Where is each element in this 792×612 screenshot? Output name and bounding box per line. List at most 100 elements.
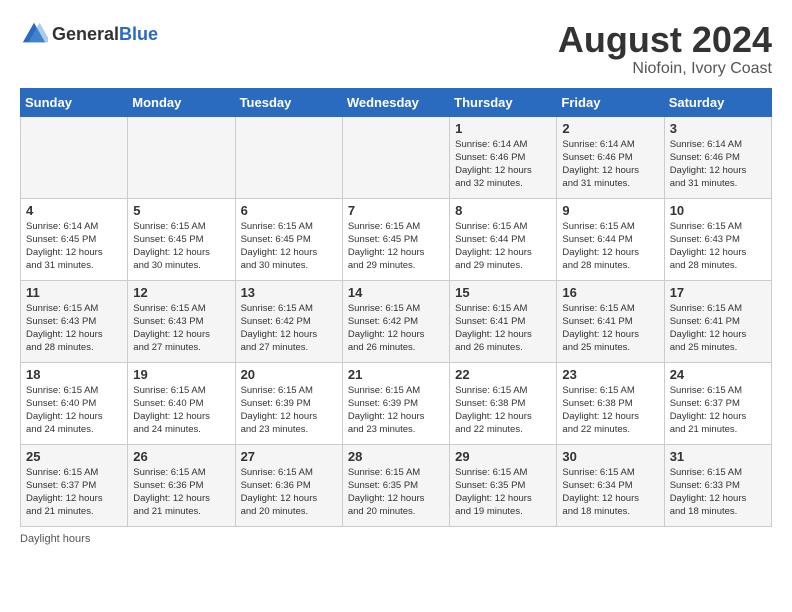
- week-row-2: 4Sunrise: 6:14 AM Sunset: 6:45 PM Daylig…: [21, 198, 772, 280]
- day-cell: 13Sunrise: 6:15 AM Sunset: 6:42 PM Dayli…: [235, 280, 342, 362]
- day-info: Sunrise: 6:15 AM Sunset: 6:41 PM Dayligh…: [670, 302, 766, 355]
- day-number: 18: [26, 367, 122, 382]
- page-header: General Blue August 2024 Niofoin, Ivory …: [20, 20, 772, 78]
- day-number: 11: [26, 285, 122, 300]
- day-cell: [342, 116, 449, 198]
- day-cell: 20 Sunrise: 6:15 AM Sunset: 6:39 PM Dayli…: [235, 362, 342, 444]
- day-cell: [128, 116, 235, 198]
- day-number: 16: [562, 285, 658, 300]
- day-info: Sunrise: 6:15 AM Sunset: 6:43 PM Dayligh…: [670, 220, 766, 273]
- day-info: Sunrise: 6:15 AM Sunset: 6:40 PM Dayligh…: [133, 384, 229, 437]
- day-number: 31: [670, 449, 766, 464]
- day-cell: 31 Sunrise: 6:15 AM Sunset: 6:33 PM Dayli…: [664, 444, 771, 526]
- day-cell: 24Sunrise: 6:15 AM Sunset: 6:37 PM Dayli…: [664, 362, 771, 444]
- day-cell: 30 Sunrise: 6:15 AM Sunset: 6:34 PM Dayli…: [557, 444, 664, 526]
- col-header-sunday: Sunday: [21, 88, 128, 116]
- day-info: Sunrise: 6:15 AM Sunset: 6:43 PM Dayligh…: [133, 302, 229, 355]
- day-cell: 5 Sunrise: 6:15 AM Sunset: 6:45 PM Daylig…: [128, 198, 235, 280]
- day-cell: 18 Sunrise: 6:15 AM Sunset: 6:40 PM Dayli…: [21, 362, 128, 444]
- week-row-4: 18 Sunrise: 6:15 AM Sunset: 6:40 PM Dayli…: [21, 362, 772, 444]
- day-number: 19: [133, 367, 229, 382]
- day-info: Sunrise: 6:15 AM Sunset: 6:41 PM Dayligh…: [455, 302, 551, 355]
- daylight-hours-label: Daylight hours: [20, 533, 90, 545]
- day-number: 30: [562, 449, 658, 464]
- day-number: 20: [241, 367, 337, 382]
- day-cell: 26 Sunrise: 6:15 AM Sunset: 6:36 PM Dayli…: [128, 444, 235, 526]
- day-info: Sunrise: 6:14 AM Sunset: 6:45 PM Dayligh…: [26, 220, 122, 273]
- title-block: August 2024 Niofoin, Ivory Coast: [558, 20, 772, 78]
- logo-blue: Blue: [119, 25, 158, 43]
- day-info: Sunrise: 6:15 AM Sunset: 6:34 PM Dayligh…: [562, 466, 658, 519]
- day-cell: 2 Sunrise: 6:14 AM Sunset: 6:46 PM Daylig…: [557, 116, 664, 198]
- day-info: Sunrise: 6:15 AM Sunset: 6:39 PM Dayligh…: [348, 384, 444, 437]
- month-year: August 2024: [558, 20, 772, 60]
- day-cell: 17 Sunrise: 6:15 AM Sunset: 6:41 PM Dayli…: [664, 280, 771, 362]
- day-info: Sunrise: 6:15 AM Sunset: 6:44 PM Dayligh…: [562, 220, 658, 273]
- col-header-wednesday: Wednesday: [342, 88, 449, 116]
- day-info: Sunrise: 6:15 AM Sunset: 6:35 PM Dayligh…: [455, 466, 551, 519]
- day-info: Sunrise: 6:14 AM Sunset: 6:46 PM Dayligh…: [670, 138, 766, 191]
- week-row-1: 1Sunrise: 6:14 AM Sunset: 6:46 PM Daylig…: [21, 116, 772, 198]
- day-cell: 11 Sunrise: 6:15 AM Sunset: 6:43 PM Dayli…: [21, 280, 128, 362]
- day-cell: 19 Sunrise: 6:15 AM Sunset: 6:40 PM Dayli…: [128, 362, 235, 444]
- day-info: Sunrise: 6:15 AM Sunset: 6:39 PM Dayligh…: [241, 384, 337, 437]
- day-cell: 22Sunrise: 6:15 AM Sunset: 6:38 PM Dayli…: [450, 362, 557, 444]
- day-info: Sunrise: 6:15 AM Sunset: 6:42 PM Dayligh…: [348, 302, 444, 355]
- day-number: 8: [455, 203, 551, 218]
- day-cell: 9 Sunrise: 6:15 AM Sunset: 6:44 PM Daylig…: [557, 198, 664, 280]
- day-number: 2: [562, 121, 658, 136]
- col-header-thursday: Thursday: [450, 88, 557, 116]
- day-cell: 4Sunrise: 6:14 AM Sunset: 6:45 PM Daylig…: [21, 198, 128, 280]
- day-cell: 16 Sunrise: 6:15 AM Sunset: 6:41 PM Dayli…: [557, 280, 664, 362]
- header-row: SundayMondayTuesdayWednesdayThursdayFrid…: [21, 88, 772, 116]
- day-number: 6: [241, 203, 337, 218]
- location: Niofoin, Ivory Coast: [558, 60, 772, 78]
- day-cell: 21 Sunrise: 6:15 AM Sunset: 6:39 PM Dayli…: [342, 362, 449, 444]
- day-number: 29: [455, 449, 551, 464]
- day-number: 17: [670, 285, 766, 300]
- day-number: 23: [562, 367, 658, 382]
- day-cell: [235, 116, 342, 198]
- day-info: Sunrise: 6:15 AM Sunset: 6:35 PM Dayligh…: [348, 466, 444, 519]
- day-cell: 28 Sunrise: 6:15 AM Sunset: 6:35 PM Dayli…: [342, 444, 449, 526]
- day-cell: 15Sunrise: 6:15 AM Sunset: 6:41 PM Dayli…: [450, 280, 557, 362]
- day-cell: 27 Sunrise: 6:15 AM Sunset: 6:36 PM Dayli…: [235, 444, 342, 526]
- day-number: 24: [670, 367, 766, 382]
- day-cell: 10 Sunrise: 6:15 AM Sunset: 6:43 PM Dayli…: [664, 198, 771, 280]
- day-info: Sunrise: 6:15 AM Sunset: 6:43 PM Dayligh…: [26, 302, 122, 355]
- day-number: 21: [348, 367, 444, 382]
- day-info: Sunrise: 6:15 AM Sunset: 6:33 PM Dayligh…: [670, 466, 766, 519]
- day-info: Sunrise: 6:15 AM Sunset: 6:40 PM Dayligh…: [26, 384, 122, 437]
- day-cell: 12Sunrise: 6:15 AM Sunset: 6:43 PM Dayli…: [128, 280, 235, 362]
- col-header-friday: Friday: [557, 88, 664, 116]
- calendar-table: SundayMondayTuesdayWednesdayThursdayFrid…: [20, 88, 772, 527]
- day-cell: [21, 116, 128, 198]
- day-info: Sunrise: 6:14 AM Sunset: 6:46 PM Dayligh…: [562, 138, 658, 191]
- day-cell: 23 Sunrise: 6:15 AM Sunset: 6:38 PM Dayli…: [557, 362, 664, 444]
- day-number: 13: [241, 285, 337, 300]
- logo-general: General: [52, 25, 119, 43]
- day-number: 10: [670, 203, 766, 218]
- day-info: Sunrise: 6:15 AM Sunset: 6:41 PM Dayligh…: [562, 302, 658, 355]
- day-number: 3: [670, 121, 766, 136]
- day-cell: 7 Sunrise: 6:15 AM Sunset: 6:45 PM Daylig…: [342, 198, 449, 280]
- day-info: Sunrise: 6:15 AM Sunset: 6:36 PM Dayligh…: [133, 466, 229, 519]
- week-row-3: 11 Sunrise: 6:15 AM Sunset: 6:43 PM Dayli…: [21, 280, 772, 362]
- day-number: 27: [241, 449, 337, 464]
- logo: General Blue: [20, 20, 158, 48]
- day-info: Sunrise: 6:14 AM Sunset: 6:46 PM Dayligh…: [455, 138, 551, 191]
- day-number: 7: [348, 203, 444, 218]
- day-number: 5: [133, 203, 229, 218]
- day-cell: 29 Sunrise: 6:15 AM Sunset: 6:35 PM Dayli…: [450, 444, 557, 526]
- day-info: Sunrise: 6:15 AM Sunset: 6:45 PM Dayligh…: [348, 220, 444, 273]
- day-number: 26: [133, 449, 229, 464]
- day-cell: 25 Sunrise: 6:15 AM Sunset: 6:37 PM Dayli…: [21, 444, 128, 526]
- day-info: Sunrise: 6:15 AM Sunset: 6:45 PM Dayligh…: [133, 220, 229, 273]
- day-number: 9: [562, 203, 658, 218]
- day-number: 28: [348, 449, 444, 464]
- day-info: Sunrise: 6:15 AM Sunset: 6:37 PM Dayligh…: [26, 466, 122, 519]
- day-info: Sunrise: 6:15 AM Sunset: 6:38 PM Dayligh…: [562, 384, 658, 437]
- day-number: 25: [26, 449, 122, 464]
- day-info: Sunrise: 6:15 AM Sunset: 6:36 PM Dayligh…: [241, 466, 337, 519]
- day-number: 22: [455, 367, 551, 382]
